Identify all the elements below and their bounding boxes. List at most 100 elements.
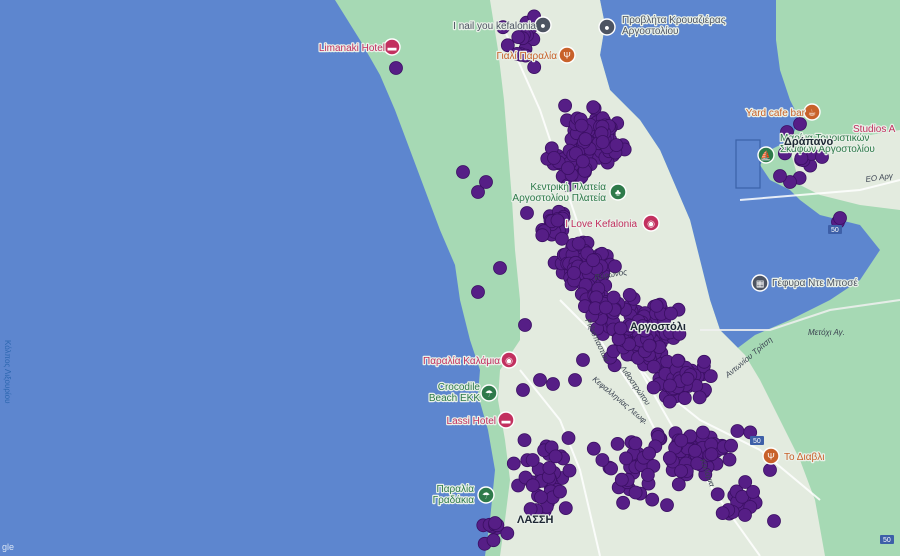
place-marker-dot[interactable] (595, 453, 610, 467)
poi-label: Παραλία (437, 483, 475, 495)
place-marker-dot[interactable] (479, 175, 493, 189)
place-lassi: ΛΑΣΣΗ (517, 514, 553, 526)
place-marker-dot[interactable] (488, 516, 503, 530)
map-canvas[interactable]: ● I nail you kefalonia ● Προβλήτα Κρουαζιέρ… (0, 0, 900, 556)
place-marker-dot[interactable] (662, 450, 677, 465)
place-marker-dot[interactable] (561, 431, 576, 445)
place-marker-dot[interactable] (558, 98, 572, 113)
place-marker-dot[interactable] (833, 211, 847, 225)
place-marker-dot[interactable] (610, 436, 625, 451)
place-marker-dot[interactable] (692, 390, 707, 405)
place-marker-dot[interactable] (680, 371, 695, 386)
place-marker-dot[interactable] (793, 117, 807, 131)
place-marker-dot[interactable] (730, 424, 745, 438)
place-marker-dot[interactable] (535, 228, 550, 243)
place-marker-dot[interactable] (533, 373, 547, 387)
place-marker-dot[interactable] (619, 451, 633, 466)
place-marker-dot[interactable] (674, 433, 689, 448)
place-marker-dot[interactable] (710, 487, 725, 502)
place-marker-dot[interactable] (571, 236, 586, 251)
place-marker-dot[interactable] (527, 60, 542, 74)
poi-label: Κεντρική Πλατεία (530, 181, 606, 193)
place-argostoli: Αργοστόλι (630, 321, 686, 333)
place-marker-dot[interactable] (389, 61, 403, 75)
place-marker-dot[interactable] (671, 477, 686, 492)
place-marker-dot[interactable] (586, 441, 601, 456)
place-marker-dot[interactable] (674, 464, 688, 479)
landmark-icon: ▦ (751, 274, 769, 292)
place-marker-dot[interactable] (715, 506, 730, 520)
place-marker-dot[interactable] (568, 373, 582, 387)
place-marker-dot[interactable] (567, 266, 581, 280)
place-marker-dot[interactable] (586, 253, 600, 268)
place-marker-dot[interactable] (677, 391, 692, 406)
place-marker-dot[interactable] (516, 383, 530, 397)
place-marker-dot[interactable] (664, 306, 678, 321)
place-marker-dot[interactable] (506, 456, 521, 471)
place-marker-dot[interactable] (586, 100, 601, 114)
place-marker-dot[interactable] (599, 300, 613, 315)
place-marker-dot[interactable] (517, 433, 532, 448)
poi-gradakia[interactable]: ☂ ΠαραλίαΓραδάκια (431, 482, 495, 507)
place-marker-dot[interactable] (562, 463, 577, 478)
place-marker-dot[interactable] (641, 467, 655, 482)
place-marker-dot[interactable] (767, 514, 781, 528)
place-marker-dot[interactable] (518, 318, 532, 332)
place-marker-dot[interactable] (576, 154, 590, 169)
place-marker-dot[interactable] (525, 453, 540, 467)
place-marker-dot[interactable] (546, 377, 560, 391)
place-marker-dot[interactable] (574, 118, 589, 133)
place-marker-dot[interactable] (738, 508, 752, 522)
place-marker-dot[interactable] (609, 138, 624, 153)
place-marker-dot[interactable] (613, 321, 628, 336)
place-marker-dot[interactable] (697, 354, 711, 369)
place-marker-dot[interactable] (622, 287, 637, 302)
poi-crocodile[interactable]: ☂ CrocodileBeach EKK (428, 381, 498, 405)
place-marker-dot[interactable] (646, 359, 661, 374)
place-marker-dot[interactable] (663, 378, 677, 393)
place-marker-dot[interactable] (763, 463, 777, 477)
map-view[interactable]: ● I nail you kefalonia ● Προβλήτα Κρουαζιέρ… (0, 0, 900, 556)
place-marker-dot[interactable] (547, 150, 561, 165)
place-marker-dot[interactable] (703, 369, 718, 384)
place-marker-dot[interactable] (628, 436, 643, 451)
place-marker-dot[interactable] (548, 449, 563, 464)
place-marker-dot[interactable] (534, 490, 548, 505)
place-marker-dot[interactable] (525, 478, 540, 493)
place-marker-dot[interactable] (724, 438, 738, 453)
place-marker-dot[interactable] (696, 425, 710, 440)
place-marker-dot[interactable] (576, 353, 590, 367)
place-marker-dot[interactable] (456, 165, 470, 179)
place-marker-dot[interactable] (628, 485, 643, 500)
place-marker-dot[interactable] (550, 213, 565, 228)
place-marker-dot[interactable] (646, 380, 661, 395)
place-marker-dot[interactable] (649, 298, 664, 313)
place-marker-dot[interactable] (614, 472, 629, 487)
place-marker-dot[interactable] (555, 231, 569, 246)
place-marker-dot[interactable] (660, 498, 674, 513)
place-marker-dot[interactable] (486, 533, 501, 548)
place-marker-dot[interactable] (520, 206, 534, 220)
place-marker-dot[interactable] (493, 261, 507, 275)
place-marker-dot[interactable] (688, 443, 702, 458)
place-marker-dot[interactable] (558, 501, 573, 516)
poi-label: Αργοστολίου (622, 25, 679, 37)
place-marker-dot[interactable] (542, 460, 557, 475)
place-marker-dot[interactable] (553, 484, 567, 499)
poi-label: I nail you kefalonia (453, 21, 536, 32)
place-marker-dot[interactable] (471, 285, 485, 299)
place-marker-dot[interactable] (645, 492, 660, 507)
place-marker-dot[interactable] (561, 161, 575, 176)
place-marker-dot[interactable] (616, 495, 630, 510)
poi-label: Προβλήτα Κρουαζιέρας (622, 14, 726, 26)
place-marker-dot[interactable] (722, 452, 737, 467)
place-marker-dot[interactable] (671, 353, 685, 368)
place-marker-dot[interactable] (578, 132, 593, 147)
place-marker-dot[interactable] (642, 338, 657, 353)
place-marker-dot[interactable] (662, 394, 677, 409)
place-marker-dot[interactable] (773, 169, 787, 183)
place-marker-dot[interactable] (595, 135, 610, 149)
place-marker-dot[interactable] (738, 475, 753, 489)
place-marker-dot[interactable] (511, 30, 526, 44)
place-marker-dot[interactable] (642, 446, 656, 461)
